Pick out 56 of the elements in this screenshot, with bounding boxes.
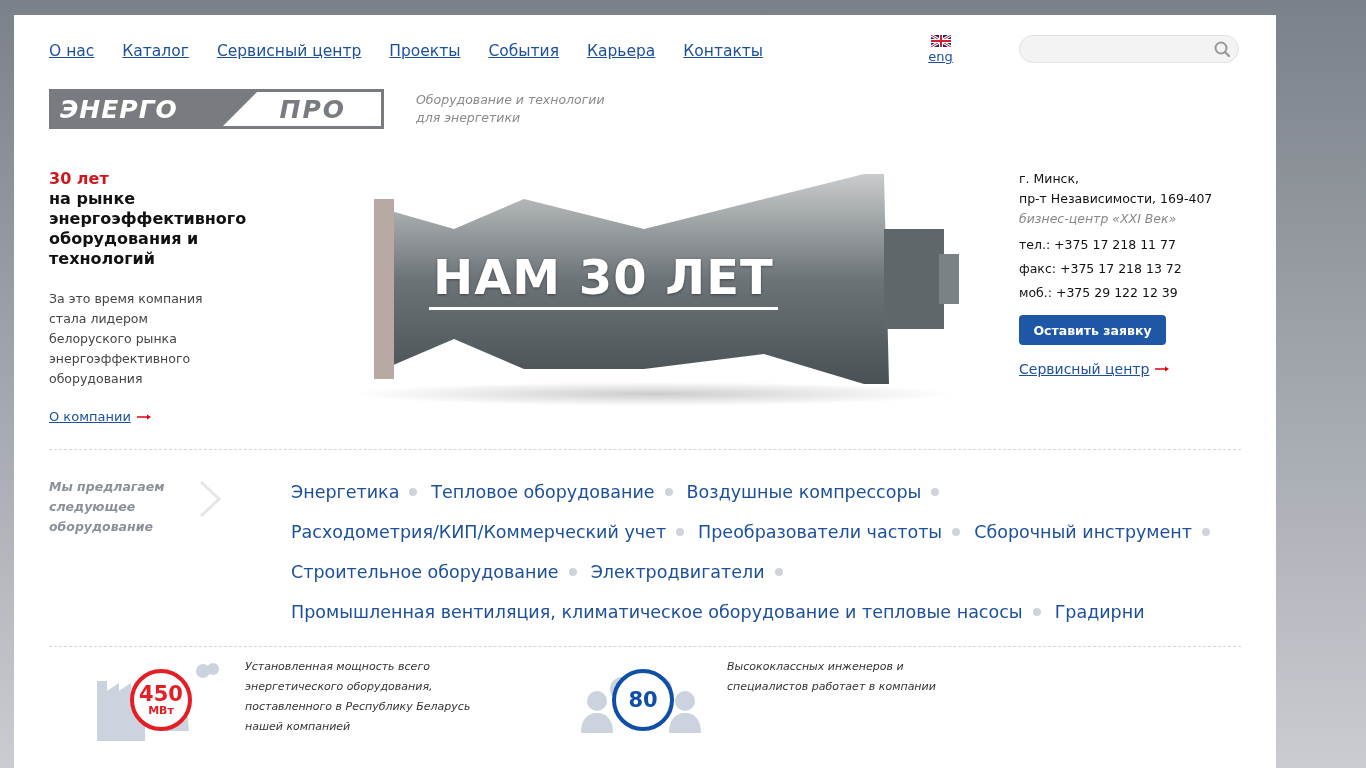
highlight-text: 30 лет: [49, 169, 110, 189]
stat-text: Установленная мощность всего энергетического оборудования, поставленного в Республику Беларусь нашей компанией: [245, 659, 472, 735]
intro-heading: на рынке энергоэффективного оборудования и технологий: [49, 189, 248, 269]
nav-link[interactable]: События: [488, 42, 559, 60]
separator-dot: [568, 568, 577, 576]
category-link[interactable]: Энергетика: [291, 482, 400, 502]
language-link[interactable]: eng: [928, 49, 953, 64]
building-text: бизнес-центр «XXI Век»: [1019, 210, 1178, 228]
about-link[interactable]: О компании: [49, 409, 131, 424]
category-link[interactable]: Электродвигатели: [590, 562, 765, 582]
phone-text: тел.: +375 17 218 11 77: [1019, 236, 1177, 254]
nav-link[interactable]: Каталог: [122, 42, 189, 60]
nav-link[interactable]: Проекты: [389, 42, 461, 60]
chevron-icon: [199, 480, 221, 518]
stat-text: Высококлассных инженеров и специалистов работает в компании: [727, 659, 937, 695]
stat-unit: МВт: [148, 705, 174, 716]
search-icon[interactable]: [1214, 41, 1230, 57]
request-button[interactable]: Оставить заявку: [1019, 315, 1166, 345]
address-text: пр-т Независимости, 169-407: [1019, 190, 1213, 208]
category-link[interactable]: Сборочный инструмент: [974, 522, 1192, 542]
phone-text: факс: +375 17 218 13 72: [1019, 260, 1183, 278]
stat-value: 450: [139, 684, 183, 705]
logo-text: ПРО: [279, 94, 347, 124]
arrow-icon: [136, 412, 151, 421]
separator-dot: [409, 488, 418, 496]
stat-value: 80: [628, 689, 658, 711]
logo-text: ЭНЕРГО: [59, 94, 179, 124]
hero-title: НАМ 30 ЛЕТ: [429, 249, 778, 310]
nav-link[interactable]: О нас: [49, 42, 95, 60]
separator-dot: [1032, 608, 1041, 616]
category-link[interactable]: Воздушные компрессоры: [686, 482, 922, 502]
logo[interactable]: ЭНЕРГО ПРО: [49, 89, 384, 129]
tagline: Оборудование и технологии для энергетики: [416, 91, 605, 127]
nav-link[interactable]: Карьера: [586, 42, 656, 60]
separator-dot: [952, 528, 961, 536]
category-link[interactable]: Градирни: [1054, 602, 1145, 622]
nav-link[interactable]: Контакты: [683, 42, 764, 60]
service-link[interactable]: Сервисный центр: [1019, 359, 1150, 379]
separator-dot: [1202, 528, 1210, 536]
category-link[interactable]: Преобразователи частоты: [698, 522, 943, 542]
offer-label: Мы предлагаем следующее оборудование: [49, 478, 166, 536]
separator-dot: [774, 568, 783, 576]
separator-dot: [676, 528, 685, 536]
category-link[interactable]: Промышленная вентиляция, климатическое оборудование и тепловые насосы: [291, 602, 1023, 622]
city-text: г. Минск,: [1019, 170, 1080, 188]
arrow-icon: [1155, 365, 1170, 373]
search-field[interactable]: [1019, 35, 1239, 63]
nav-link[interactable]: Сервисный центр: [216, 42, 362, 60]
flag-icon: [930, 35, 951, 47]
category-link[interactable]: Тепловое оборудование: [431, 482, 655, 502]
category-link[interactable]: Расходометрия/КИП/Коммерческий учет: [291, 522, 667, 542]
category-link[interactable]: Строительное оборудование: [291, 562, 559, 582]
separator-dot: [931, 488, 940, 496]
separator-dot: [664, 488, 673, 496]
phone-text: моб.: +375 29 122 12 39: [1019, 284, 1179, 302]
intro-text: За это время компания стала лидером белоруского рынка энергоэффективного оборудования: [49, 290, 204, 388]
